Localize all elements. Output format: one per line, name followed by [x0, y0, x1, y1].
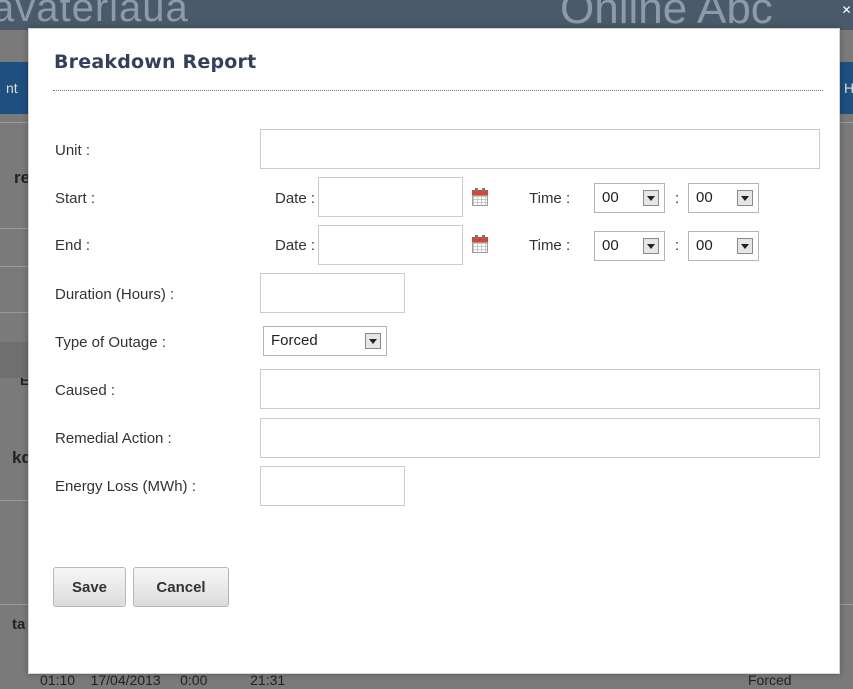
chevron-down-icon: [365, 333, 381, 349]
calendar-icon[interactable]: [472, 188, 488, 206]
end-minute-value: 00: [696, 237, 713, 254]
energy-loss-input[interactable]: [260, 466, 405, 506]
end-date-label: Date :: [275, 237, 316, 254]
unit-input[interactable]: [260, 129, 820, 169]
background-header-title: avateriaua: [0, 0, 189, 30]
background-nav-item: nt: [6, 80, 18, 96]
caused-input[interactable]: [260, 369, 820, 409]
end-time-label: Time :: [529, 237, 571, 254]
calendar-icon[interactable]: [472, 235, 488, 253]
background-table-row: 01:10 17/04/2013 0:00 21:31: [40, 672, 286, 688]
background-header-title-right: Online Abc: [560, 0, 773, 30]
end-label: End :: [55, 237, 91, 254]
cancel-button[interactable]: Cancel: [133, 567, 229, 607]
unit-label: Unit :: [55, 142, 91, 159]
background-header: avateriaua Online Abc: [0, 0, 853, 30]
start-hour-value: 00: [602, 189, 619, 206]
breakdown-report-dialog: Breakdown Report Unit : Start : Date : T…: [28, 28, 840, 674]
background-nav-item: H: [844, 80, 853, 96]
chevron-down-icon: [737, 238, 753, 254]
time-separator: :: [675, 190, 680, 207]
duration-input[interactable]: [260, 273, 405, 313]
start-date-input[interactable]: [318, 177, 463, 217]
outage-type-label: Type of Outage :: [55, 334, 166, 351]
time-separator: :: [675, 237, 680, 254]
end-date-input[interactable]: [318, 225, 463, 265]
remedial-action-input[interactable]: [260, 418, 820, 458]
chevron-down-icon: [643, 190, 659, 206]
title-divider: [53, 90, 823, 91]
chevron-down-icon: [643, 238, 659, 254]
background-text: ta: [12, 616, 26, 633]
save-button[interactable]: Save: [53, 567, 126, 607]
caused-label: Caused :: [55, 382, 116, 399]
remedial-action-label: Remedial Action :: [55, 430, 172, 447]
energy-loss-label: Energy Loss (MWh) :: [55, 478, 196, 495]
start-minute-select[interactable]: 00: [688, 183, 759, 213]
duration-label: Duration (Hours) :: [55, 286, 175, 303]
background-divider: [838, 122, 853, 123]
outage-type-select[interactable]: Forced: [263, 326, 387, 356]
start-time-label: Time :: [529, 190, 571, 207]
end-hour-select[interactable]: 00: [594, 231, 665, 261]
start-date-label: Date :: [275, 190, 316, 207]
background-divider: [838, 604, 853, 605]
chevron-down-icon: [737, 190, 753, 206]
end-minute-select[interactable]: 00: [688, 231, 759, 261]
dialog-title: Breakdown Report: [54, 51, 257, 73]
start-label: Start :: [55, 190, 96, 207]
outage-type-value: Forced: [271, 332, 318, 349]
background-table-cell: Forced: [748, 672, 792, 688]
end-hour-value: 00: [602, 237, 619, 254]
close-icon[interactable]: ✕: [840, 4, 853, 17]
start-minute-value: 00: [696, 189, 713, 206]
start-hour-select[interactable]: 00: [594, 183, 665, 213]
